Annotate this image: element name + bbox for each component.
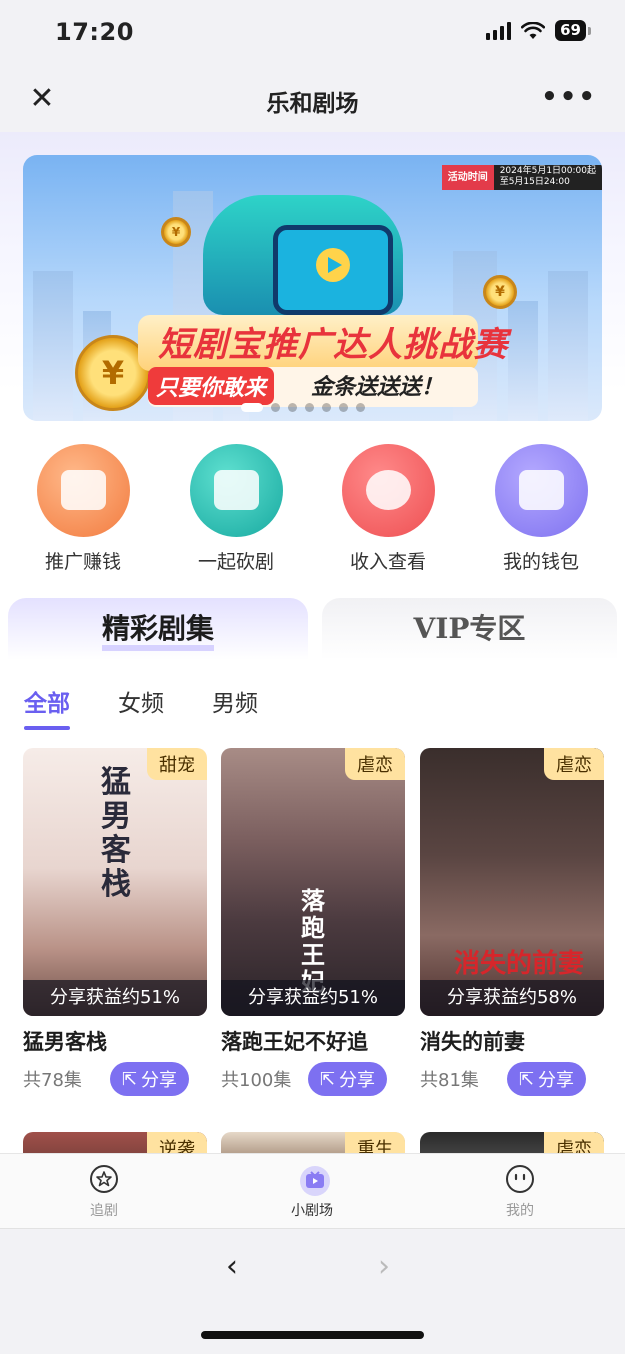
carousel-dot[interactable]	[241, 403, 263, 412]
drama-title[interactable]: 落跑王妃不好追	[221, 1026, 405, 1056]
coin-icon: ¥	[161, 217, 191, 247]
tv-face-icon	[297, 1164, 330, 1196]
quick-action-label: 一起砍剧	[197, 551, 274, 573]
drama-card-partial[interactable]: 虐恋	[420, 1132, 604, 1153]
status-bar: 17:20 69	[0, 0, 625, 68]
tab-mini-theater[interactable]: 小剧场	[252, 1164, 372, 1220]
quick-action-label: 推广赚钱	[44, 551, 121, 573]
forward-icon[interactable]: ›	[378, 1249, 390, 1284]
page-title: 乐和剧场	[266, 91, 359, 117]
quick-action-cut-drama[interactable]: 一起砍剧	[176, 444, 296, 574]
banner-subtitle: 金条送送送！	[311, 375, 444, 400]
promote-icon	[36, 444, 130, 537]
share-button[interactable]: ⇱ 分享	[307, 1062, 387, 1096]
banner-title: 短剧宝推广达人挑战赛	[158, 325, 508, 365]
wifi-icon	[521, 21, 546, 39]
drama-poster[interactable]: 落跑王妃 虐恋 分享获益约51%	[221, 748, 405, 1016]
drama-card[interactable]: 猛男客栈 甜宠 分享获益约51% 猛男客栈 共78集 ⇱ 分享	[23, 748, 207, 1096]
tab-label: 小剧场	[291, 1203, 333, 1219]
genre-badge: 虐恋	[544, 1132, 604, 1153]
tab-vip[interactable]: VIP专区	[322, 598, 617, 660]
tab-featured[interactable]: 精彩剧集	[8, 598, 308, 660]
smile-face-icon	[505, 1164, 535, 1194]
share-button[interactable]: ⇱ 分享	[506, 1062, 586, 1096]
piggy-bank-icon	[341, 444, 435, 537]
tv-icon	[189, 444, 283, 537]
quick-action-label: 收入查看	[349, 551, 426, 573]
back-icon[interactable]: ‹	[226, 1249, 238, 1284]
signal-icon	[486, 21, 512, 40]
tab-label: 追剧	[90, 1203, 118, 1219]
carousel-dot[interactable]	[288, 403, 297, 412]
tab-mine[interactable]: 我的	[460, 1164, 580, 1220]
nav-bar: ✕ 乐和剧场 •••	[0, 68, 625, 132]
drama-card[interactable]: 消失的前妻 虐恋 分享获益约58% 消失的前妻 共81集 ⇱ 分享	[420, 748, 604, 1096]
category-female[interactable]: 女频	[118, 684, 164, 718]
share-icon: ⇱	[121, 1068, 137, 1090]
carousel-dots[interactable]	[241, 403, 365, 412]
carousel-dot[interactable]	[356, 403, 365, 412]
carousel-dot[interactable]	[339, 403, 348, 412]
drama-poster[interactable]: 消失的前妻 虐恋 分享获益约58%	[420, 748, 604, 1016]
play-icon	[316, 248, 350, 282]
drama-card-partial[interactable]: 逆袭	[23, 1132, 207, 1153]
carousel-dot[interactable]	[322, 403, 331, 412]
app-tab-bar: 追剧 小剧场 我的	[0, 1153, 625, 1228]
genre-badge: 虐恋	[345, 748, 405, 780]
home-indicator[interactable]	[201, 1331, 424, 1339]
tv-illustration	[273, 225, 393, 315]
browser-bottom-bar: ‹ ›	[0, 1228, 625, 1354]
star-circle-icon	[89, 1164, 119, 1194]
genre-badge: 甜宠	[147, 748, 207, 780]
more-icon[interactable]: •••	[541, 82, 597, 112]
banner-subtitle-highlight: 只要你敢来	[148, 367, 275, 405]
share-rate: 分享获益约51%	[23, 980, 207, 1016]
drama-card-partial[interactable]: 重生	[221, 1132, 405, 1153]
drama-poster[interactable]: 猛男客栈 甜宠 分享获益约51%	[23, 748, 207, 1016]
category-all[interactable]: 全部	[24, 684, 70, 730]
main-content: 活动时间 2024年5月1日00:00起 至5月15日24:00 ¥ ¥ ¥ 短…	[0, 132, 625, 1153]
quick-action-label: 我的钱包	[502, 551, 579, 573]
genre-badge: 逆袭	[147, 1132, 207, 1153]
activity-time-tag: 活动时间 2024年5月1日00:00起 至5月15日24:00	[441, 165, 602, 190]
share-button[interactable]: ⇱ 分享	[109, 1062, 189, 1096]
share-rate: 分享获益约51%	[221, 980, 405, 1016]
tab-following[interactable]: 追剧	[44, 1164, 164, 1220]
coin-icon: ¥	[483, 275, 517, 309]
drama-title[interactable]: 猛男客栈	[23, 1026, 207, 1056]
status-icons: 69	[486, 20, 591, 41]
episode-count: 共100集	[221, 1070, 292, 1091]
genre-badge: 重生	[345, 1132, 405, 1153]
section-tabs: 精彩剧集 VIP专区	[0, 598, 625, 660]
category-male[interactable]: 男频	[212, 684, 258, 718]
episode-count: 共78集	[23, 1070, 82, 1091]
carousel-dot[interactable]	[271, 403, 280, 412]
drama-title[interactable]: 消失的前妻	[420, 1026, 604, 1056]
drama-card[interactable]: 落跑王妃 虐恋 分享获益约51% 落跑王妃不好追 共100集 ⇱ 分享	[221, 748, 405, 1096]
poster-title: 消失的前妻	[454, 949, 585, 979]
share-icon: ⇱	[319, 1068, 335, 1090]
genre-badge: 虐恋	[544, 748, 604, 780]
poster-title: 猛男客栈	[101, 765, 131, 902]
quick-action-income[interactable]: 收入查看	[328, 444, 448, 574]
status-time: 17:20	[55, 18, 134, 46]
quick-action-promote[interactable]: 推广赚钱	[23, 444, 143, 574]
share-icon: ⇱	[518, 1068, 534, 1090]
battery-icon: 69	[555, 20, 591, 41]
carousel-dot[interactable]	[305, 403, 314, 412]
wallet-icon	[494, 444, 588, 537]
episode-count: 共81集	[420, 1070, 479, 1091]
share-rate: 分享获益约58%	[420, 980, 604, 1016]
category-filter: 全部 女频 男频	[24, 684, 258, 730]
battery-level: 69	[555, 20, 586, 41]
quick-action-wallet[interactable]: 我的钱包	[481, 444, 601, 574]
promo-banner[interactable]: 活动时间 2024年5月1日00:00起 至5月15日24:00 ¥ ¥ ¥ 短…	[23, 155, 602, 421]
tab-label: 我的	[506, 1203, 534, 1219]
